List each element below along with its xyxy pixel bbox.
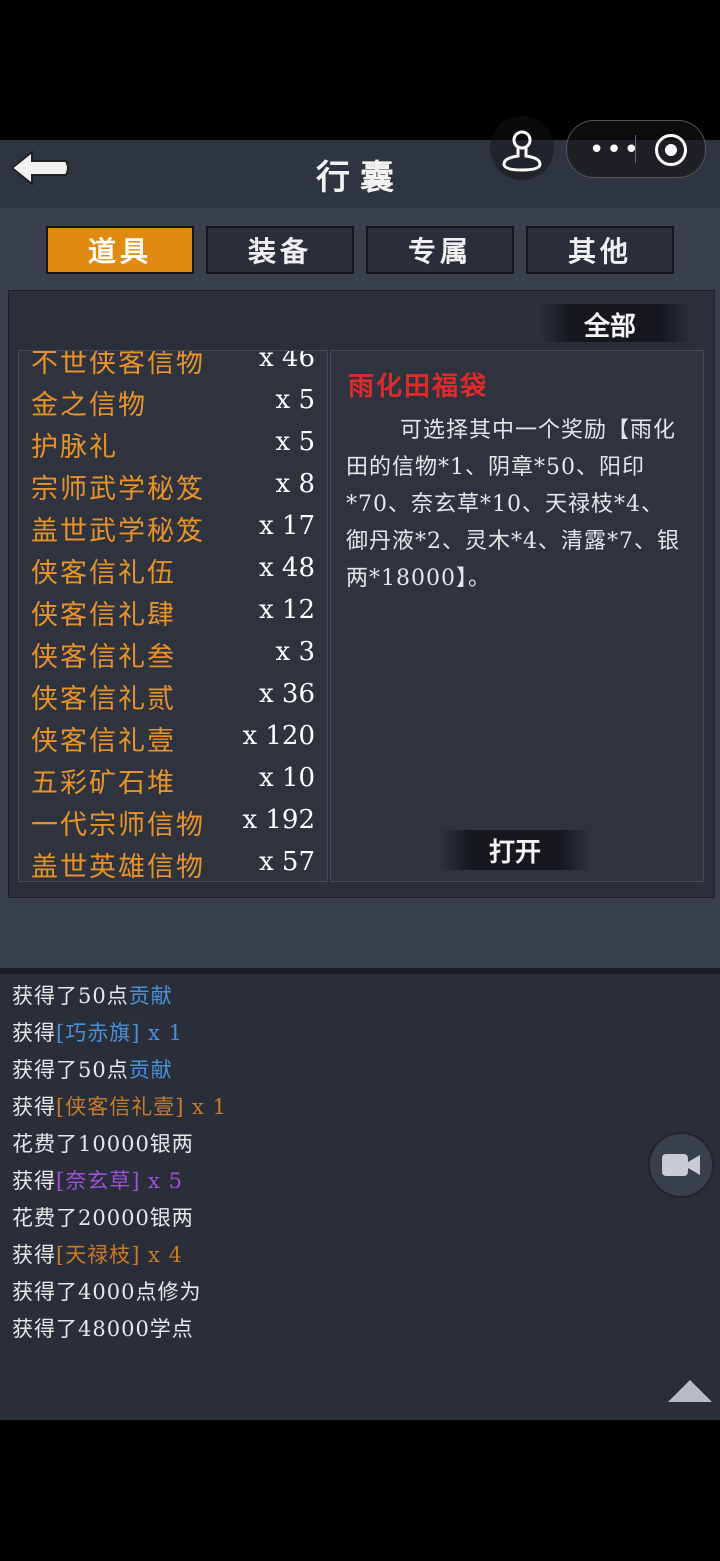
- status-bar-area: [0, 0, 720, 140]
- tab-exclusive[interactable]: 专属: [366, 226, 514, 274]
- more-icon[interactable]: •••: [589, 135, 641, 165]
- filter-label: 全部: [583, 312, 636, 342]
- item-count: x 3: [275, 637, 315, 667]
- capsule-divider: [635, 135, 636, 163]
- item-count: x 36: [258, 679, 315, 709]
- scroll-up-icon[interactable]: [668, 1380, 712, 1402]
- item-count: x 46: [258, 350, 315, 373]
- open-button[interactable]: 打开: [440, 830, 590, 870]
- tab-equipment[interactable]: 装备: [206, 226, 354, 274]
- item-count: x 5: [275, 427, 315, 457]
- list-item[interactable]: 护脉礼 x 5: [19, 423, 327, 465]
- list-item[interactable]: 金之信物 x 5: [19, 381, 327, 423]
- video-camera-icon[interactable]: [648, 1132, 714, 1198]
- item-count: x 192: [242, 805, 315, 835]
- list-item[interactable]: 侠客信礼伍 x 48: [19, 549, 327, 591]
- list-item[interactable]: 侠客信礼贰 x 36: [19, 675, 327, 717]
- item-count: x 10: [258, 763, 315, 793]
- log-line: 获得了4000点修为: [12, 1280, 202, 1304]
- log-line: 获得了50点贡献: [12, 1058, 173, 1082]
- detail-title: 雨化田福袋: [348, 372, 489, 402]
- item-count: x 8: [275, 469, 315, 499]
- item-name: 盖世武学秘笈: [31, 516, 205, 547]
- tab-other[interactable]: 其他: [526, 226, 674, 274]
- log-line: 获得[侠客信礼壹] x 1: [12, 1095, 227, 1119]
- list-item[interactable]: 宗师武学秘笈 x 8: [19, 465, 327, 507]
- open-button-label: 打开: [488, 838, 541, 868]
- item-list[interactable]: 不世侠客信物 x 46 金之信物 x 5 护脉礼 x 5 宗师武学秘笈 x 8 …: [18, 350, 328, 882]
- log-line: 获得[奈玄草] x 5: [12, 1169, 183, 1193]
- item-name: 侠客信礼伍: [31, 558, 176, 589]
- item-name: 侠客信礼贰: [31, 684, 176, 715]
- log-line: 获得[巧赤旗] x 1: [12, 1021, 183, 1045]
- log-line: 获得了50点贡献: [12, 984, 173, 1008]
- list-item[interactable]: 盖世英雄信物 x 57: [19, 843, 327, 882]
- floating-joystick-icon[interactable]: [490, 116, 554, 180]
- list-item[interactable]: 侠客信礼肆 x 12: [19, 591, 327, 633]
- log-line: 获得[天禄枝] x 4: [12, 1243, 183, 1267]
- item-count: x 5: [275, 385, 315, 415]
- item-name: 不世侠客信物: [31, 350, 205, 379]
- tab-items[interactable]: 道具: [46, 226, 194, 274]
- miniprogram-capsule: •••: [566, 120, 706, 178]
- log-line: 花费了20000银两: [12, 1206, 194, 1230]
- item-count: x 48: [258, 553, 315, 583]
- item-name: 五彩矿石堆: [31, 768, 176, 799]
- list-item[interactable]: 五彩矿石堆 x 10: [19, 759, 327, 801]
- filter-dropdown[interactable]: 全部: [540, 304, 690, 342]
- item-count: x 120: [242, 721, 315, 751]
- item-count: x 12: [258, 595, 315, 625]
- log-line: 花费了10000银两: [12, 1132, 194, 1156]
- item-count: x 17: [258, 511, 315, 541]
- item-count: x 57: [258, 847, 315, 877]
- bottom-black-bar: [0, 1420, 720, 1561]
- item-name: 宗师武学秘笈: [31, 474, 205, 505]
- item-name: 侠客信礼叁: [31, 642, 176, 673]
- item-name: 一代宗师信物: [31, 810, 205, 841]
- detail-description: 可选择其中一个奖励【雨化田的信物*1、阴章*50、阳印*70、奈玄草*10、天禄…: [346, 418, 680, 591]
- list-item[interactable]: 盖世武学秘笈 x 17: [19, 507, 327, 549]
- list-item[interactable]: 侠客信礼壹 x 120: [19, 717, 327, 759]
- item-name: 金之信物: [31, 390, 147, 421]
- close-target-icon[interactable]: [655, 134, 687, 166]
- list-item[interactable]: 不世侠客信物 x 46: [19, 350, 327, 381]
- item-name: 盖世英雄信物: [31, 852, 205, 882]
- list-item[interactable]: 一代宗师信物 x 192: [19, 801, 327, 843]
- item-name: 侠客信礼肆: [31, 600, 176, 631]
- list-item[interactable]: 侠客信礼叁 x 3: [19, 633, 327, 675]
- item-name: 护脉礼: [31, 432, 118, 463]
- log-line: 获得了48000学点: [12, 1317, 194, 1341]
- item-name: 侠客信礼壹: [31, 726, 176, 757]
